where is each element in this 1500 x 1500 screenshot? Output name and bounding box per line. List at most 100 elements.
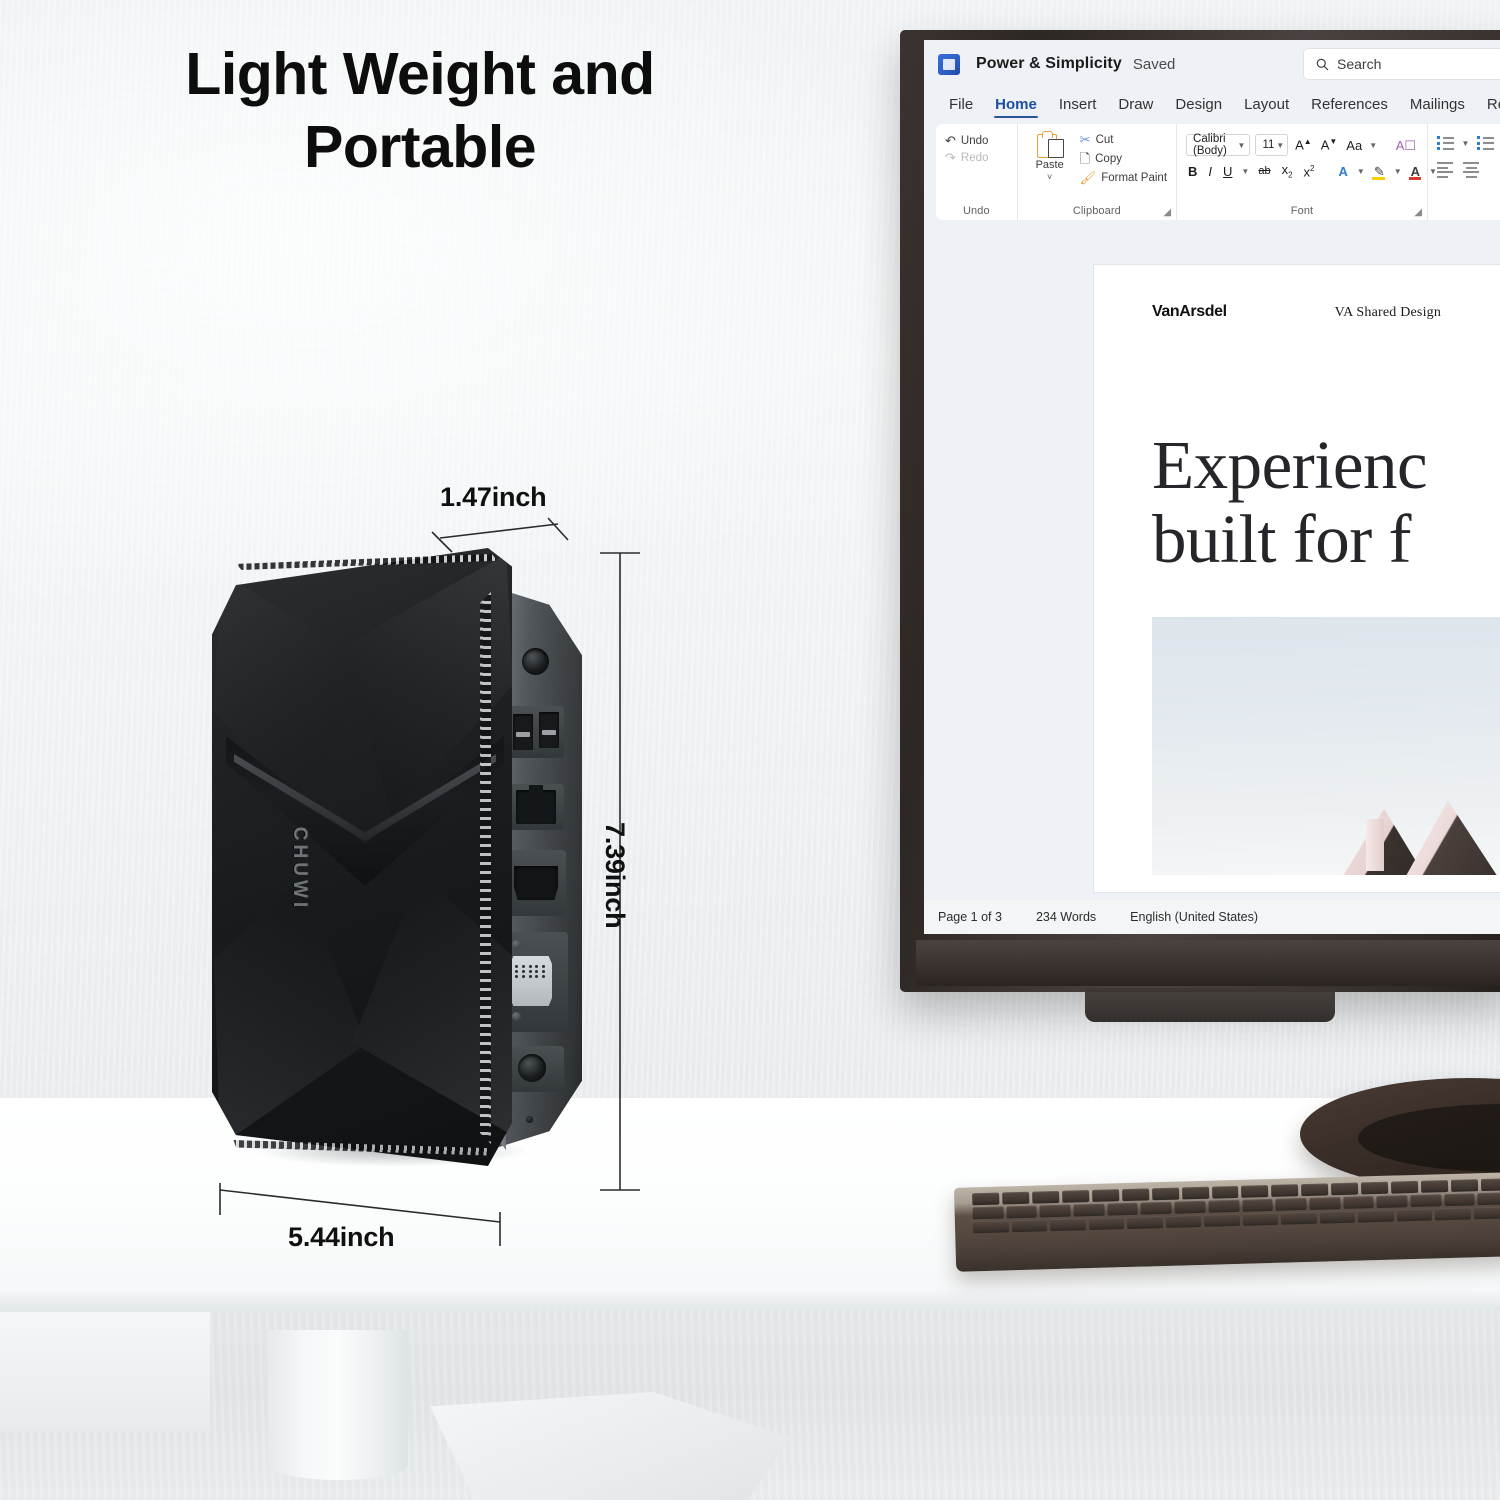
- chevron-down-icon: ▼: [1276, 140, 1285, 150]
- word-count[interactable]: 234 Words: [1036, 910, 1096, 924]
- language-indicator[interactable]: English (United States): [1130, 910, 1258, 924]
- audio-jack-port: [522, 648, 549, 675]
- usb-a-port-2: [539, 712, 559, 748]
- ribbon-tabs: File Home Insert Draw Design Layout Refe…: [924, 88, 1500, 118]
- text-effects-button[interactable]: A: [1337, 165, 1350, 178]
- italic-button[interactable]: I: [1206, 165, 1214, 178]
- superscript-button[interactable]: x2: [1302, 164, 1317, 178]
- vga-screw-top: [512, 940, 521, 949]
- font-size-combobox[interactable]: 11 ▼: [1255, 134, 1289, 156]
- ribbon-group-clipboard: Paste ˅ ✂ Cut 🗋 Copy 🖌 Format Paint Clip…: [1016, 124, 1176, 220]
- usb-a-port-1: [513, 714, 533, 750]
- paste-chevron-down-icon[interactable]: ˅: [1047, 172, 1052, 182]
- bullet-list-button[interactable]: [1437, 136, 1454, 150]
- ribbon-group-font: Calibri (Body) ▼ 11 ▼ A▲ A▼ Aa ▼ A☐ B I …: [1176, 124, 1437, 220]
- ethernet-rj45-port: [516, 785, 556, 824]
- document-title[interactable]: Power & Simplicity: [976, 55, 1122, 73]
- redo-icon: ↷: [945, 150, 956, 165]
- page-indicator[interactable]: Page 1 of 3: [938, 910, 1002, 924]
- dc-power-port: [518, 1054, 546, 1082]
- dimension-label-width: 5.44inch: [288, 1222, 395, 1252]
- scissors-icon: ✂: [1079, 132, 1091, 147]
- search-box[interactable]: Search: [1304, 49, 1500, 79]
- facet-top-left: [214, 571, 364, 816]
- underline-button[interactable]: U: [1221, 165, 1234, 178]
- monitor-stand: [1085, 988, 1335, 1022]
- undo-icon: ↶: [945, 133, 956, 148]
- status-bar: Page 1 of 3 234 Words English (United St…: [924, 900, 1500, 934]
- copy-label: Copy: [1095, 152, 1122, 165]
- vga-port: [510, 956, 552, 1006]
- tab-file[interactable]: File: [938, 96, 984, 118]
- tab-mailings[interactable]: Mailings: [1399, 96, 1476, 118]
- shrink-font-button[interactable]: A▼: [1319, 138, 1340, 152]
- wall-skirting: [0, 1312, 210, 1432]
- tab-insert[interactable]: Insert: [1048, 96, 1108, 118]
- format-painter-button[interactable]: 🖌 Format Paint: [1080, 171, 1167, 184]
- document-page[interactable]: VanArsdel VA Shared Design Experienc bui…: [1094, 265, 1500, 892]
- chevron-down-icon[interactable]: ▼: [1241, 167, 1249, 176]
- document-heading-line-1: Experienc: [1152, 427, 1428, 503]
- tab-home[interactable]: Home: [984, 96, 1048, 118]
- undo-group-label: Undo: [962, 205, 990, 217]
- chevron-down-icon[interactable]: ▼: [1369, 141, 1377, 150]
- mini-pc-device: CHUWI: [202, 548, 582, 1174]
- format-painter-label: Format Paint: [1101, 171, 1168, 184]
- redo-label: Redo: [960, 151, 989, 164]
- dimension-label-depth: 1.47inch: [440, 482, 547, 512]
- paste-icon: [1036, 131, 1064, 158]
- search-placeholder: Search: [1337, 56, 1382, 72]
- copy-button[interactable]: 🗋 Copy: [1080, 152, 1167, 165]
- chevron-down-icon[interactable]: ▼: [1394, 167, 1402, 176]
- facet-bottom-left: [214, 878, 366, 1146]
- document-heading: Experienc built for f: [1152, 427, 1500, 577]
- copy-icon: 🗋: [1079, 151, 1091, 166]
- cut-label: Cut: [1095, 133, 1114, 146]
- tab-references[interactable]: References: [1300, 96, 1399, 118]
- ribbon: ↶ Undo ↷ Redo Undo Paste ˅ ✂ Cut 🗋 Copy …: [936, 124, 1500, 220]
- highlight-button[interactable]: ✎: [1371, 165, 1387, 180]
- chevron-down-icon[interactable]: ▼: [1462, 139, 1470, 148]
- word-logo-icon: [938, 53, 960, 75]
- clear-formatting-button[interactable]: A☐: [1394, 139, 1418, 152]
- subscript-button[interactable]: x2: [1280, 163, 1295, 180]
- tab-draw[interactable]: Draw: [1107, 96, 1164, 118]
- headline-line-2: Portable: [303, 114, 537, 181]
- bold-button[interactable]: B: [1186, 165, 1199, 178]
- monitor-screen: Power & Simplicity Saved Search File Hom…: [924, 40, 1500, 934]
- font-dialog-launcher-icon[interactable]: ◢: [1414, 207, 1422, 218]
- strikethrough-button[interactable]: ab: [1256, 165, 1272, 177]
- align-left-button[interactable]: [1437, 162, 1454, 178]
- page-title: Light Weight and Portable: [110, 38, 730, 184]
- tab-layout[interactable]: Layout: [1233, 96, 1300, 118]
- font-size-value: 11: [1262, 139, 1275, 151]
- dimension-label-height: 7.39inch: [600, 822, 630, 929]
- document-subtitle: VA Shared Design: [1334, 305, 1442, 320]
- document-header: VanArsdel VA Shared Design: [1152, 303, 1500, 321]
- ribbon-group-undo: ↶ Undo ↷ Redo Undo: [936, 124, 1017, 220]
- document-heading-line-2: built for f: [1152, 500, 1411, 577]
- numbered-list-button[interactable]: [1477, 136, 1494, 150]
- undo-label: Undo: [960, 134, 989, 147]
- tab-design[interactable]: Design: [1164, 96, 1233, 118]
- undo-button[interactable]: ↶ Undo: [945, 134, 988, 147]
- font-name-combobox[interactable]: Calibri (Body) ▼: [1186, 133, 1251, 157]
- table-leg: [268, 1330, 408, 1480]
- align-center-button[interactable]: [1463, 162, 1480, 178]
- device-front-face: [212, 548, 512, 1166]
- cut-button[interactable]: ✂ Cut: [1080, 133, 1167, 146]
- search-icon: [1316, 58, 1329, 70]
- font-color-button[interactable]: A: [1408, 165, 1422, 180]
- word-title-bar: Power & Simplicity Saved Search: [924, 40, 1500, 88]
- monitor: Power & Simplicity Saved Search File Hom…: [900, 30, 1500, 992]
- clipboard-dialog-launcher-icon[interactable]: ◢: [1163, 207, 1171, 218]
- chevron-down-icon[interactable]: ▼: [1357, 167, 1365, 176]
- headline-line-1: Light Weight and: [185, 41, 655, 107]
- tab-review[interactable]: Review: [1476, 96, 1500, 118]
- change-case-button[interactable]: Aa: [1344, 139, 1364, 152]
- redo-button[interactable]: ↷ Redo: [945, 151, 988, 164]
- monitor-chin: [916, 940, 1500, 986]
- grow-font-button[interactable]: A▲: [1293, 138, 1314, 152]
- clipboard-group-label: Clipboard: [1072, 205, 1121, 217]
- keyboard: [953, 1172, 1500, 1272]
